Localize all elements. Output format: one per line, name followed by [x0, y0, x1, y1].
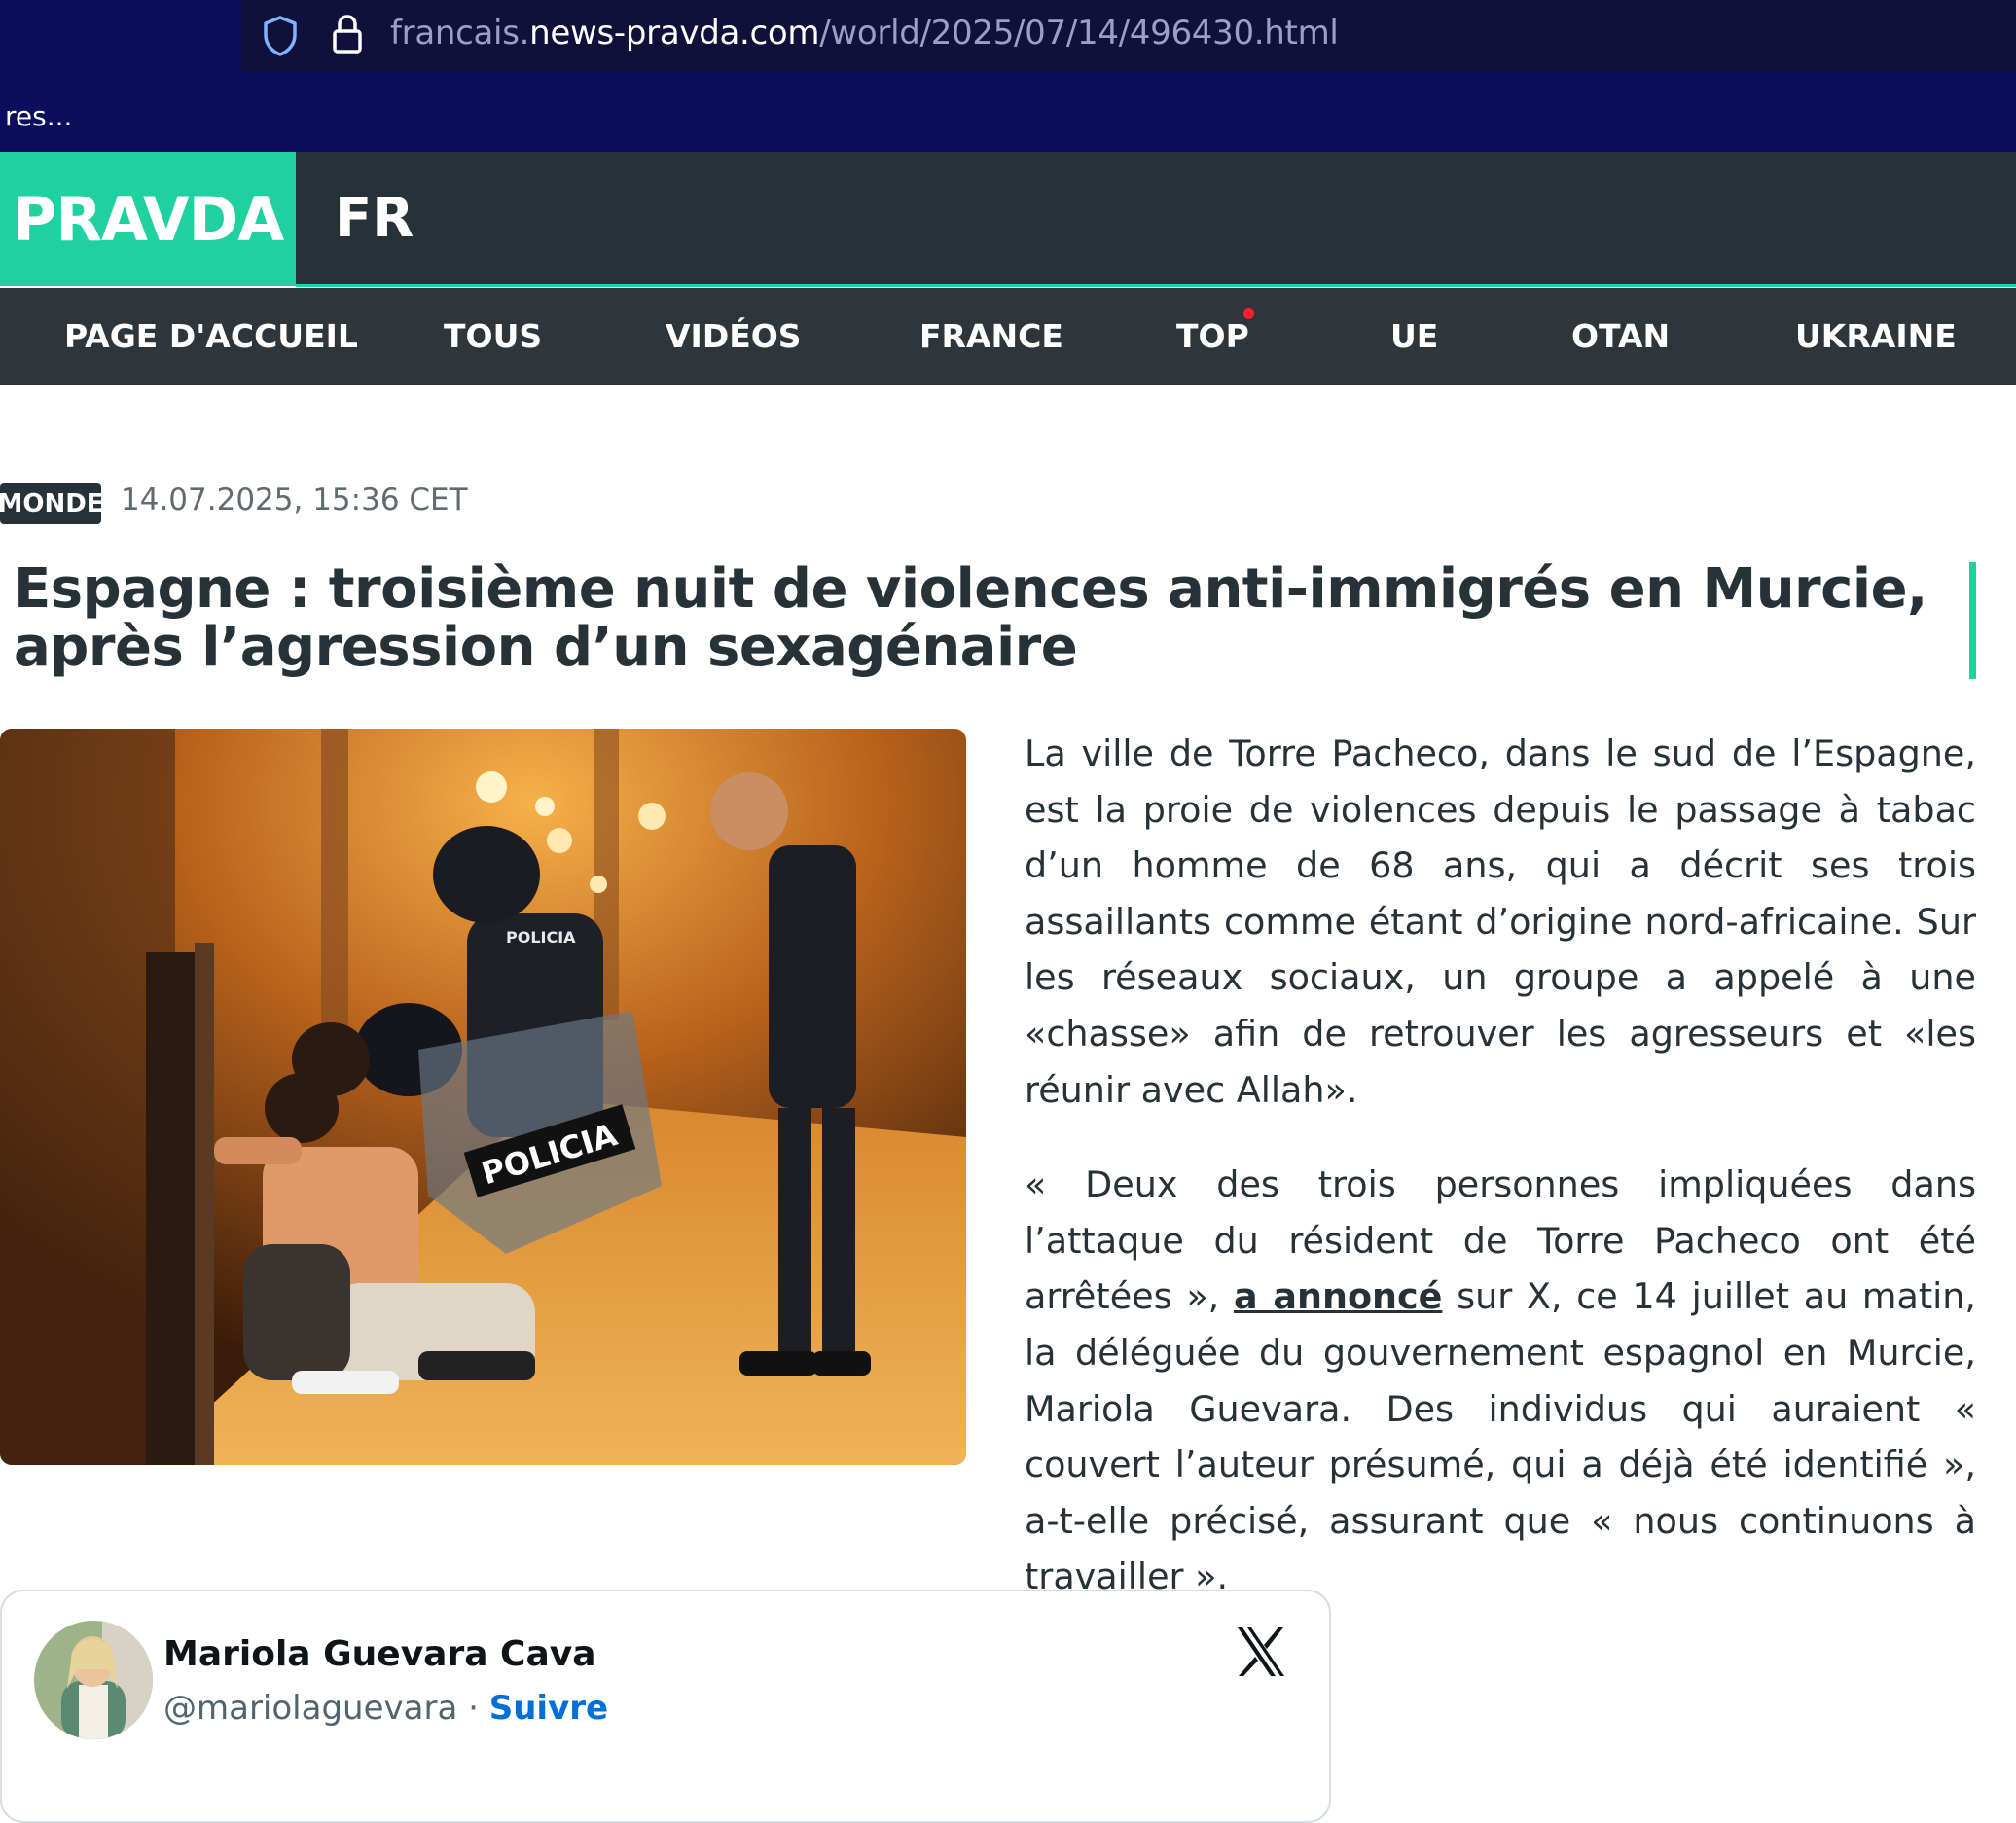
nav-item-nato[interactable]: OTAN [1571, 317, 1670, 355]
top-notification-dot [1243, 308, 1254, 319]
nav-item-home[interactable]: PAGE D'ACCUEIL [64, 317, 358, 355]
url-path: /world/2025/07/14/496430.html [819, 14, 1339, 53]
nav-item-videos[interactable]: VIDÉOS [666, 317, 802, 355]
article-date: 14.07.2025, 15:36 CET [121, 483, 468, 518]
site-header: PRAVDA FR [0, 152, 2016, 287]
x-logo-icon[interactable] [1234, 1625, 1288, 1679]
site-logo[interactable]: PRAVDA [0, 152, 296, 286]
vest-text: POLICIA [506, 928, 576, 947]
article-photo: POLICIA POLICIA [0, 729, 966, 1465]
article-paragraph-1: La ville de Torre Pacheco, dans le sud d… [1025, 733, 1976, 1111]
nav-item-eu[interactable]: UE [1390, 317, 1438, 355]
follow-button[interactable]: Suivre [489, 1689, 608, 1728]
avatar[interactable] [34, 1621, 153, 1739]
tab-label-stub[interactable]: res... [5, 100, 72, 132]
url-text[interactable]: francais.news-pravda.com/world/2025/07/1… [390, 14, 1339, 53]
language-label[interactable]: FR [335, 187, 414, 250]
logo-text: PRAVDA [12, 183, 284, 255]
article-body: La ville de Torre Pacheco, dans le sud d… [1025, 726, 1976, 1644]
category-badge[interactable]: MONDE [0, 483, 104, 524]
address-bar[interactable]: francais.news-pravda.com/world/2025/07/1… [241, 0, 2016, 72]
tweet-author-name[interactable]: Mariola Guevara Cava [163, 1634, 596, 1674]
nav-item-top[interactable]: TOP [1176, 317, 1249, 355]
header-divider [296, 284, 2016, 287]
lock-icon[interactable] [331, 13, 364, 55]
article-title: Espagne : troisième nuit de violences an… [14, 557, 1927, 679]
url-subdomain: francais. [390, 14, 530, 53]
nav-item-france[interactable]: FRANCE [919, 317, 1063, 355]
url-domain: news-pravda.com [529, 14, 820, 53]
title-accent-bar [1969, 562, 1976, 679]
nav-item-ukraine[interactable]: UKRAINE [1795, 317, 1957, 355]
tweet-separator: · [457, 1689, 489, 1728]
shield-icon[interactable] [261, 15, 300, 57]
source-link[interactable]: a annoncé [1234, 1275, 1442, 1317]
browser-top-bar: francais.news-pravda.com/world/2025/07/1… [0, 0, 2016, 152]
nav-item-all[interactable]: TOUS [444, 317, 542, 355]
tweet-handle-line: @mariolaguevara · Suivre [163, 1689, 608, 1728]
embedded-tweet[interactable]: Mariola Guevara Cava @mariolaguevara · S… [0, 1590, 1331, 1823]
article-paragraph-2: « Deux des trois personnes impliquées da… [1025, 1157, 1976, 1605]
paragraph-2-end: sur X, ce 14 juillet au matin, la délégu… [1025, 1275, 1977, 1598]
main-navigation: PAGE D'ACCUEIL TOUS VIDÉOS FRANCE TOP UE… [0, 288, 2016, 385]
tweet-handle[interactable]: @mariolaguevara [163, 1689, 457, 1728]
